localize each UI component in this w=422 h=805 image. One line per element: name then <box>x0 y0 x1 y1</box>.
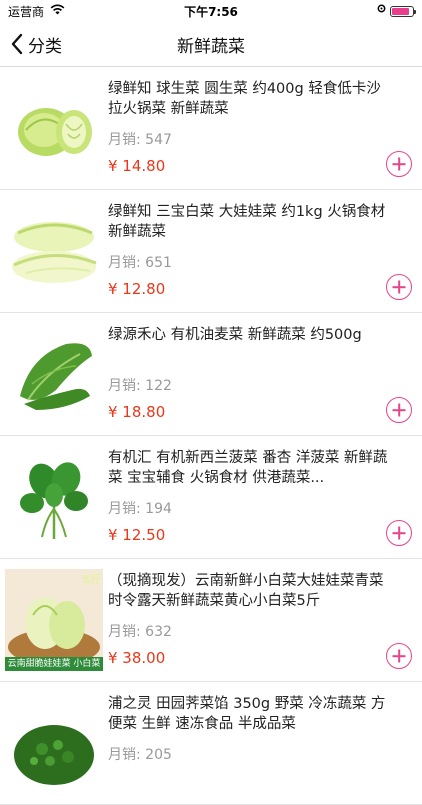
wifi-icon <box>50 4 65 18</box>
battery-level <box>392 7 409 15</box>
add-to-cart-button[interactable] <box>386 274 412 300</box>
product-name: 浦之灵 田园荠菜馅 350g 野菜 冷冻蔬菜 方便菜 生鲜 速冻食品 半成品菜 <box>108 696 386 732</box>
product-item[interactable]: 有机汇 有机新西兰菠菜 番杏 洋菠菜 新鲜蔬菜 宝宝辅食 火锅食材 供港蔬菜..… <box>0 436 422 559</box>
product-name: 有机汇 有机新西兰菠菜 番杏 洋菠菜 新鲜蔬菜 宝宝辅食 火锅食材 供港蔬菜..… <box>108 450 388 486</box>
carrier-label: 运营商 <box>8 4 45 19</box>
product-name: （现摘现发）云南新鲜小白菜大娃娃菜青菜时令露天新鲜蔬菜黄心小白菜5斤 <box>108 573 384 609</box>
back-button[interactable]: 分类 <box>0 22 62 66</box>
product-sales: 月销: 194 <box>108 501 172 517</box>
add-to-cart-button[interactable] <box>386 520 412 546</box>
status-left: 运营商 <box>8 3 65 20</box>
product-image <box>0 436 108 558</box>
product-price: ¥ 38.00 <box>108 649 166 667</box>
product-image: 5斤 云南甜脆娃娃菜 小白菜 <box>0 559 108 681</box>
product-sales: 月销: 651 <box>108 255 172 271</box>
image-badge: 5斤 <box>82 573 101 586</box>
product-price: ¥ 12.80 <box>108 280 166 298</box>
battery-icon <box>390 5 416 17</box>
product-price: ¥ 18.80 <box>108 403 166 421</box>
shepherds-purse-image <box>14 725 94 785</box>
add-to-cart-button[interactable] <box>386 643 412 669</box>
status-bar: 运营商 下午7:56 <box>0 0 422 22</box>
product-sales: 月销: 122 <box>108 378 172 394</box>
back-button-label: 分类 <box>28 36 62 57</box>
napa-cabbage-image <box>12 222 97 283</box>
product-list[interactable]: 绿鲜知 球生菜 圆生菜 约400g 轻食低卡沙拉火锅菜 新鲜蔬菜 月销: 547… <box>0 67 422 805</box>
add-to-cart-button[interactable] <box>386 397 412 423</box>
add-to-cart-button[interactable] <box>386 151 412 177</box>
product-name: 绿源禾心 有机油麦菜 新鲜蔬菜 约500g <box>108 327 362 343</box>
lettuce-image <box>18 108 92 156</box>
navigation-bar: 分类 新鲜蔬菜 <box>0 22 422 67</box>
spinach-image <box>20 462 88 539</box>
product-image <box>0 313 108 435</box>
baby-cabbage-image: 5斤 云南甜脆娃娃菜 小白菜 <box>5 569 103 671</box>
chevron-left-icon <box>11 33 23 55</box>
product-image <box>0 682 108 804</box>
page-title: 新鲜蔬菜 <box>177 36 245 57</box>
product-price: ¥ 14.80 <box>108 157 166 175</box>
image-caption: 云南甜脆娃娃菜 小白菜 <box>5 657 103 671</box>
status-right <box>377 4 416 18</box>
product-image <box>0 67 108 189</box>
product-name: 绿鲜知 三宝白菜 大娃娃菜 约1kg 火锅食材 新鲜蔬菜 <box>108 204 386 240</box>
product-item[interactable]: 5斤 云南甜脆娃娃菜 小白菜 （现摘现发）云南新鲜小白菜大娃娃菜青菜时令露天新鲜… <box>0 559 422 682</box>
product-sales: 月销: 205 <box>108 747 172 763</box>
product-price: ¥ 12.50 <box>108 526 166 544</box>
product-item[interactable]: 浦之灵 田园荠菜馅 350g 野菜 冷冻蔬菜 方便菜 生鲜 速冻食品 半成品菜 … <box>0 682 422 805</box>
location-icon <box>377 4 386 18</box>
product-sales: 月销: 632 <box>108 624 172 640</box>
romaine-image <box>20 343 92 410</box>
product-image <box>0 190 108 312</box>
product-item[interactable]: 绿鲜知 三宝白菜 大娃娃菜 约1kg 火锅食材 新鲜蔬菜 月销: 651 ¥ 1… <box>0 190 422 313</box>
product-name: 绿鲜知 球生菜 圆生菜 约400g 轻食低卡沙拉火锅菜 新鲜蔬菜 <box>108 81 381 117</box>
product-item[interactable]: 绿鲜知 球生菜 圆生菜 约400g 轻食低卡沙拉火锅菜 新鲜蔬菜 月销: 547… <box>0 67 422 190</box>
product-sales: 月销: 547 <box>108 132 172 148</box>
product-item[interactable]: 绿源禾心 有机油麦菜 新鲜蔬菜 约500g 月销: 122 ¥ 18.80 <box>0 313 422 436</box>
